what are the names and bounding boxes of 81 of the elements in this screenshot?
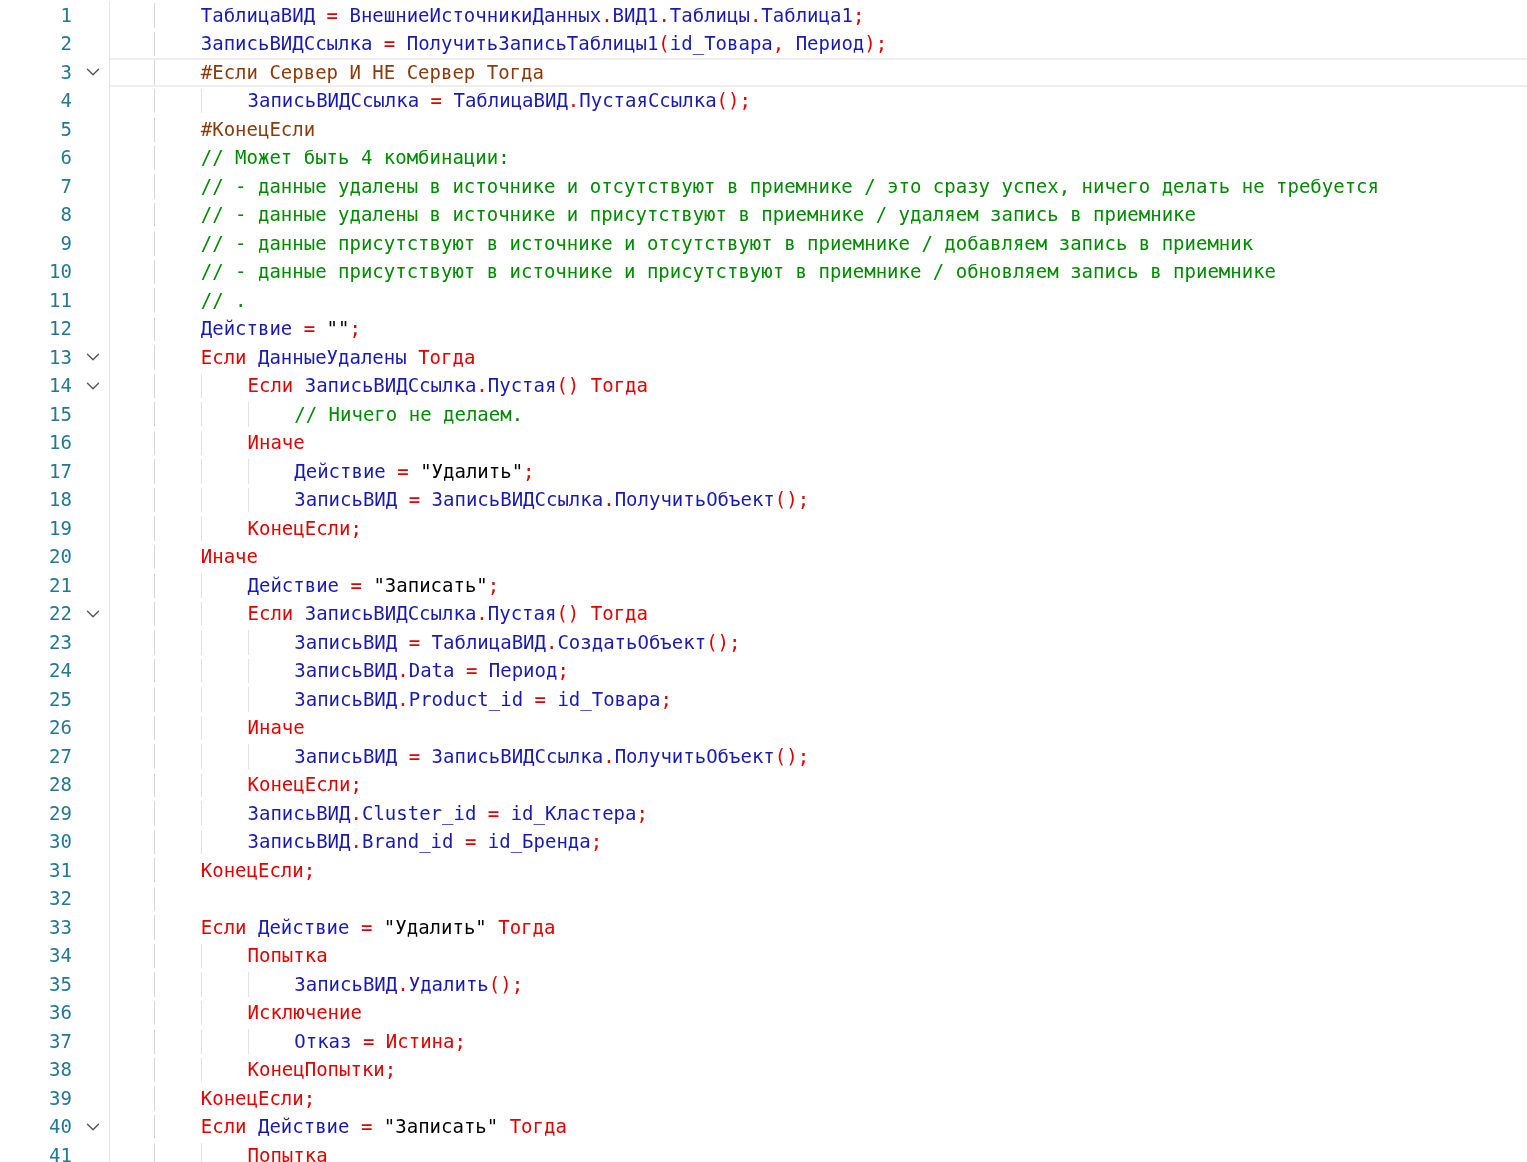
code-line: КонецЕсли; [200, 860, 316, 880]
line-number: 8 [59, 205, 72, 225]
line-number: 39 [48, 1088, 72, 1108]
line-number: 40 [48, 1117, 72, 1137]
line-number: 7 [59, 176, 72, 196]
line-number: 41 [48, 1145, 72, 1162]
line-number: 26 [48, 718, 72, 738]
code-line: Если Действие = "Записать" Тогда [200, 1117, 567, 1137]
code-line: Попытка [247, 946, 328, 966]
line-number: 9 [59, 233, 72, 253]
code-line: Если ДанныеУдалены Тогда [200, 347, 476, 367]
code-line: ТаблицаВИД = ВнешниеИсточникиДанных.ВИД1.Таблицы.Таблица1; [200, 5, 865, 25]
line-number: 23 [48, 632, 72, 652]
code-line: Исключение [247, 1003, 362, 1023]
line-number: 4 [59, 91, 72, 111]
line-number: 38 [48, 1060, 72, 1080]
code-line: ЗаписьВИД = ЗаписьВИДСсылка.ПолучитьОбъект(); [294, 746, 810, 766]
code-line: ЗаписьВИД.Удалить(); [294, 974, 524, 994]
code-line: ЗаписьВИДСсылка = ПолучитьЗаписьТаблицы1(id_Товара, Период); [200, 34, 888, 54]
line-number: 20 [48, 547, 72, 567]
code-line: Отказ = Истина; [294, 1031, 466, 1051]
code-line: Попытка [247, 1145, 328, 1162]
line-number: 32 [48, 889, 72, 909]
line-number: 19 [48, 518, 72, 538]
code-line: // - данные присутствуют в источнике и присутствуют в приемнике / обновляем запись в приемнике [200, 262, 1277, 282]
code-line: ЗаписьВИД = ЗаписьВИДСсылка.ПолучитьОбъект(); [294, 490, 810, 510]
line-number: 12 [48, 319, 72, 339]
code-line: ЗаписьВИД.Product_id = id_Товара; [294, 689, 672, 709]
line-number: 24 [48, 661, 72, 681]
code-line: КонецПопытки; [247, 1060, 397, 1080]
line-number: 22 [48, 604, 72, 624]
line-number: 14 [48, 376, 72, 396]
line-number: 33 [48, 917, 72, 937]
line-number: 35 [48, 974, 72, 994]
line-number: 25 [48, 689, 72, 709]
line-number: 15 [48, 404, 72, 424]
line-number: 16 [48, 433, 72, 453]
line-number: 2 [59, 34, 72, 54]
code-line: #Если Сервер И НЕ Сервер Тогда [200, 62, 544, 82]
line-number: 6 [59, 148, 72, 168]
line-number: 30 [48, 832, 72, 852]
line-number: 1 [59, 5, 72, 25]
code-line: Если Действие = "Удалить" Тогда [200, 917, 556, 937]
line-number: 11 [48, 290, 72, 310]
code-line: Действие = "Удалить"; [294, 461, 535, 481]
code-line: ЗаписьВИД = ТаблицаВИД.СоздатьОбъект(); [294, 632, 741, 652]
line-number: 31 [48, 860, 72, 880]
code-line: ЗаписьВИД.Brand_id = id_Бренда; [247, 832, 603, 852]
code-line: // Ничего не делаем. [294, 404, 524, 424]
code-line: #КонецЕсли [200, 119, 316, 139]
code-line: // Может быть 4 комбинации: [200, 148, 510, 168]
code-line: ЗаписьВИД.Data = Период; [294, 661, 569, 681]
line-number: 34 [48, 946, 72, 966]
line-number: 37 [48, 1031, 72, 1051]
code-line: Иначе [247, 718, 305, 738]
line-number: 13 [48, 347, 72, 367]
code-line: Действие = ""; [200, 319, 361, 339]
code-line: // . [200, 290, 247, 310]
code-line: КонецЕсли; [247, 775, 362, 795]
line-number: 18 [48, 490, 72, 510]
code-line: Иначе [200, 547, 258, 567]
line-number: 27 [48, 746, 72, 766]
code-line: Иначе [247, 433, 305, 453]
code-line: ЗаписьВИДСсылка = ТаблицаВИД.ПустаяСсылка(); [247, 91, 751, 111]
line-number: 36 [48, 1003, 72, 1023]
line-number: 17 [48, 461, 72, 481]
line-number: 5 [59, 119, 72, 139]
code-line: Действие = "Записать"; [247, 575, 500, 595]
line-number: 28 [48, 775, 72, 795]
code-line: Если ЗаписьВИДСсылка.Пустая() Тогда [247, 376, 648, 396]
code-line: Если ЗаписьВИДСсылка.Пустая() Тогда [247, 604, 648, 624]
code-line: КонецЕсли; [200, 1088, 316, 1108]
code-line: // - данные удалены в источнике и присутствуют в приемнике / удаляем запись в приемнике [200, 205, 1196, 225]
code-line: КонецЕсли; [247, 518, 362, 538]
line-number: 3 [59, 62, 72, 82]
code-line: // - данные присутствуют в источнике и отсутствуют в приемнике / добавляем запись в приемник [200, 233, 1254, 253]
line-number: 29 [48, 803, 72, 823]
code-line: // - данные удалены в источнике и отсутствуют в приемнике / это сразу успех, ничего делать не требуется [200, 176, 1379, 196]
line-number: 21 [48, 575, 72, 595]
code-line: ЗаписьВИД.Cluster_id = id_Кластера; [247, 803, 648, 823]
line-number: 10 [48, 262, 72, 282]
